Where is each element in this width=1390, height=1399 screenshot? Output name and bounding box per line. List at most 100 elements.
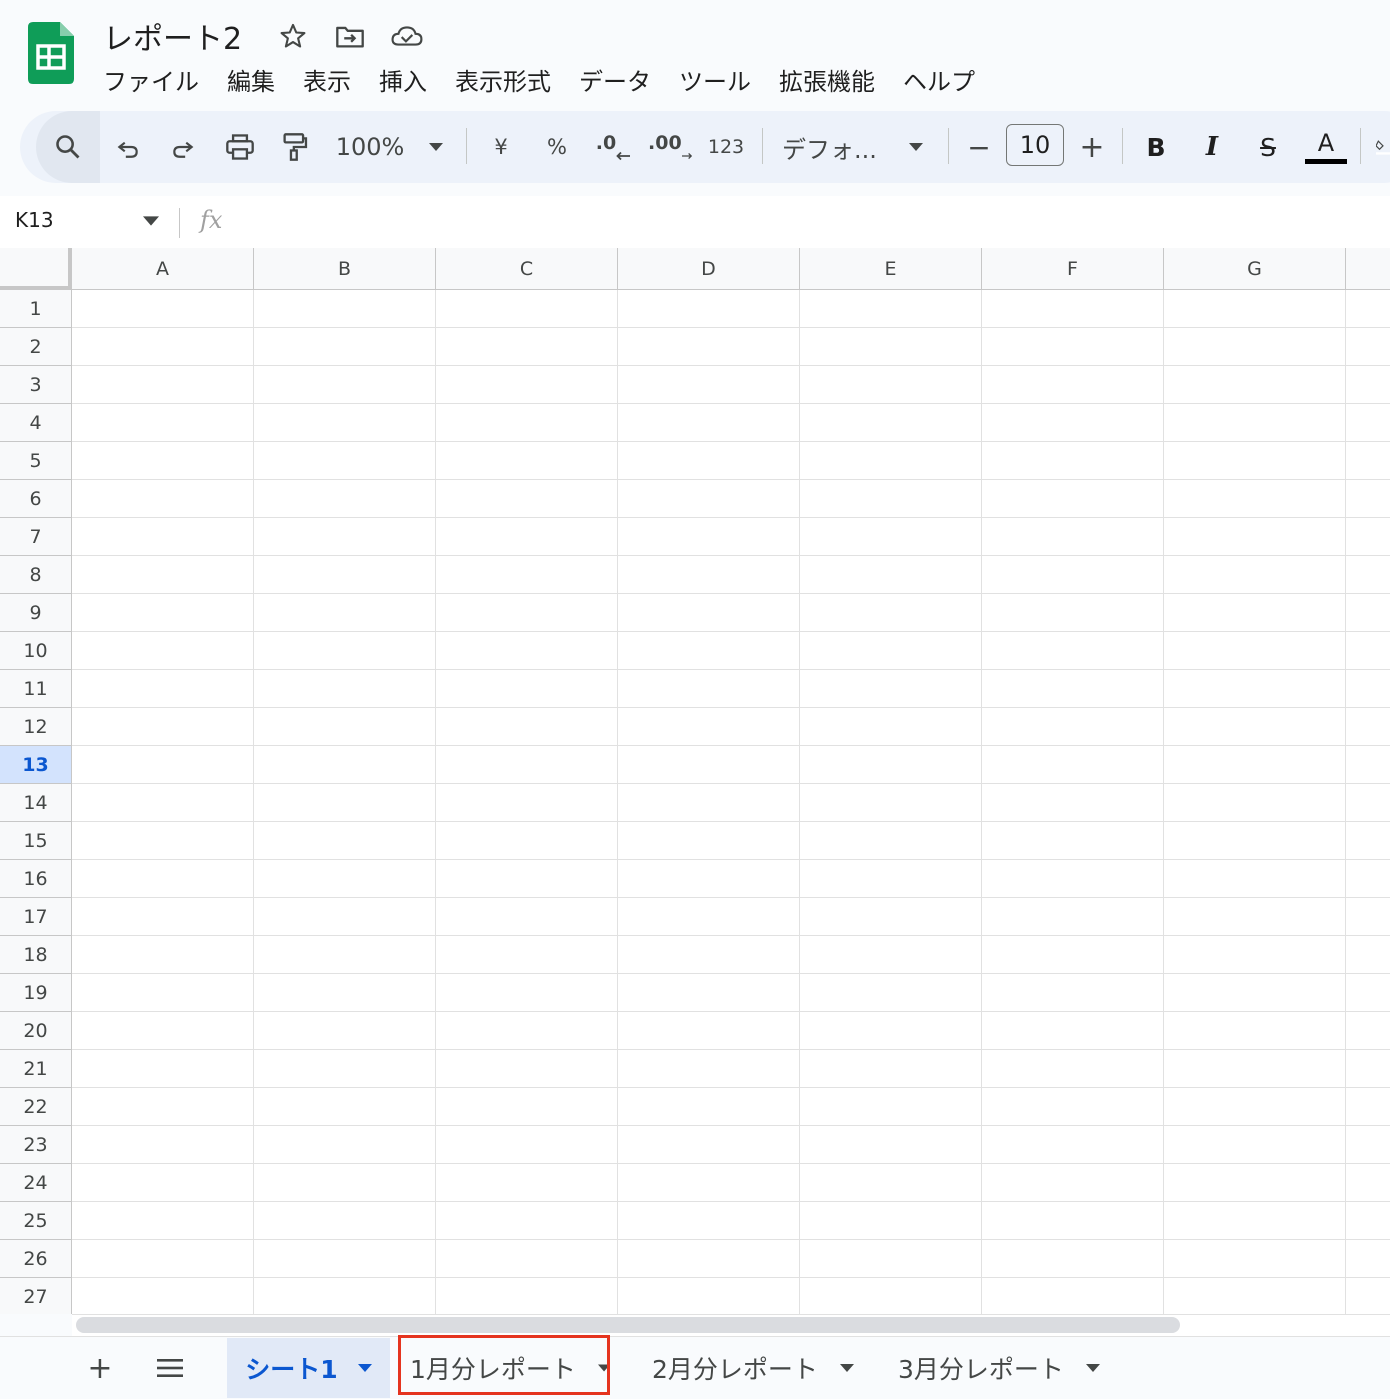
menu-view[interactable]: 表示 (303, 62, 351, 97)
row-header[interactable]: 19 (0, 974, 72, 1012)
row-header[interactable]: 1 (0, 290, 72, 328)
gridline (72, 593, 1390, 594)
row-header[interactable]: 4 (0, 404, 72, 442)
font-dropdown-icon[interactable] (904, 111, 928, 183)
cloud-status-icon[interactable] (391, 20, 423, 52)
menu-help[interactable]: ヘルプ (903, 62, 975, 97)
all-sheets-menu-icon[interactable] (150, 1345, 190, 1391)
column-header-f[interactable]: F (982, 248, 1164, 290)
sheets-logo-icon[interactable] (28, 22, 74, 84)
column-header-b[interactable]: B (254, 248, 436, 290)
row-header[interactable]: 22 (0, 1088, 72, 1126)
menu-tools[interactable]: ツール (679, 62, 751, 97)
menu-format[interactable]: 表示形式 (455, 62, 551, 97)
text-color-button[interactable]: A (1304, 111, 1348, 183)
strikethrough-button[interactable]: S (1250, 111, 1286, 183)
text-color-label: A (1317, 129, 1335, 157)
sheet-tab-sheet1[interactable]: シート1 (227, 1338, 390, 1398)
undo-icon[interactable] (108, 111, 148, 183)
number-format-button[interactable]: 123 (704, 111, 748, 183)
increase-font-size-button[interactable]: + (1075, 111, 1109, 183)
paint-format-icon[interactable] (275, 111, 315, 183)
formula-input[interactable] (245, 208, 1365, 238)
fill-color-icon[interactable] (1376, 111, 1390, 183)
print-icon[interactable] (219, 111, 261, 183)
column-header-h[interactable] (1346, 248, 1390, 290)
row-header[interactable]: 2 (0, 328, 72, 366)
decrease-font-size-button[interactable]: − (962, 111, 996, 183)
row-header[interactable]: 21 (0, 1050, 72, 1088)
row-header[interactable]: 23 (0, 1126, 72, 1164)
bold-button[interactable]: B (1138, 111, 1174, 183)
add-sheet-button[interactable]: + (80, 1345, 120, 1391)
row-header[interactable]: 3 (0, 366, 72, 404)
sheet-tab-dropdown-icon[interactable] (839, 1364, 854, 1372)
spreadsheet-grid[interactable]: A B C D E F G 1 2 3 4 5 6 7 8 9 10 11 12… (0, 248, 1390, 1314)
move-folder-icon[interactable] (334, 20, 366, 52)
row-header[interactable]: 5 (0, 442, 72, 480)
row-header[interactable]: 7 (0, 518, 72, 556)
column-header-d[interactable]: D (618, 248, 800, 290)
horizontal-scrollbar-thumb[interactable] (76, 1317, 1180, 1333)
column-header-e[interactable]: E (800, 248, 982, 290)
sheet-tab-march-report[interactable]: 3月分レポート (898, 1338, 1108, 1398)
italic-button[interactable]: I (1194, 111, 1230, 183)
font-family-select[interactable]: デフォ... (782, 111, 888, 183)
gridline (72, 1011, 1390, 1012)
menu-insert[interactable]: 挿入 (379, 62, 427, 97)
row-header[interactable]: 11 (0, 670, 72, 708)
row-header[interactable]: 15 (0, 822, 72, 860)
sheet-tab-february-report[interactable]: 2月分レポート (652, 1338, 862, 1398)
zoom-select[interactable]: 100% (330, 111, 410, 183)
currency-format-button[interactable]: ¥ (484, 111, 518, 183)
increase-decimal-button[interactable]: .00 (648, 111, 692, 183)
row-header[interactable]: 12 (0, 708, 72, 746)
row-header[interactable]: 6 (0, 480, 72, 518)
select-all-corner[interactable] (0, 248, 72, 290)
row-header[interactable]: 8 (0, 556, 72, 594)
document-title[interactable]: レポート2 (103, 14, 242, 58)
row-header[interactable]: 10 (0, 632, 72, 670)
row-header[interactable]: 24 (0, 1164, 72, 1202)
column-header-a[interactable]: A (72, 248, 254, 290)
star-icon[interactable] (277, 20, 309, 52)
gridline (72, 1239, 1390, 1240)
redo-icon[interactable] (163, 111, 203, 183)
row-header[interactable]: 20 (0, 1012, 72, 1050)
row-header[interactable]: 27 (0, 1278, 72, 1314)
row-header[interactable]: 16 (0, 860, 72, 898)
zoom-dropdown-icon[interactable] (424, 111, 448, 183)
column-header-g[interactable]: G (1164, 248, 1346, 290)
menu-data[interactable]: データ (579, 62, 651, 97)
search-menus-icon[interactable] (36, 111, 100, 183)
row-header[interactable]: 14 (0, 784, 72, 822)
sheet-tab-dropdown-icon[interactable] (1085, 1364, 1100, 1372)
decrease-decimal-button[interactable]: .0 (592, 111, 634, 183)
font-size-input[interactable]: 10 (1006, 124, 1064, 166)
name-box[interactable]: K13 (15, 208, 54, 232)
menu-edit[interactable]: 編集 (227, 62, 275, 97)
name-box-dropdown-icon[interactable] (143, 216, 159, 226)
column-header-c[interactable]: C (436, 248, 618, 290)
decrease-decimal-label: .0 (595, 132, 617, 154)
text-color-swatch (1305, 159, 1347, 164)
gridline (1345, 290, 1346, 1314)
menu-file[interactable]: ファイル (103, 62, 199, 97)
row-header[interactable]: 26 (0, 1240, 72, 1278)
gridline (72, 1049, 1390, 1050)
strikethrough-label: S (1260, 132, 1276, 162)
gridline (253, 290, 254, 1314)
gridline (72, 1087, 1390, 1088)
row-header[interactable]: 17 (0, 898, 72, 936)
row-header-selected[interactable]: 13 (0, 746, 72, 784)
gridline (72, 403, 1390, 404)
row-header[interactable]: 9 (0, 594, 72, 632)
row-header[interactable]: 25 (0, 1202, 72, 1240)
toolbar-divider (948, 128, 949, 164)
row-header[interactable]: 18 (0, 936, 72, 974)
gridline (799, 290, 800, 1314)
sheet-tab-dropdown-icon[interactable] (357, 1364, 372, 1372)
menu-extensions[interactable]: 拡張機能 (779, 62, 875, 97)
gridline (617, 290, 618, 1314)
percent-format-button[interactable]: % (540, 111, 574, 183)
